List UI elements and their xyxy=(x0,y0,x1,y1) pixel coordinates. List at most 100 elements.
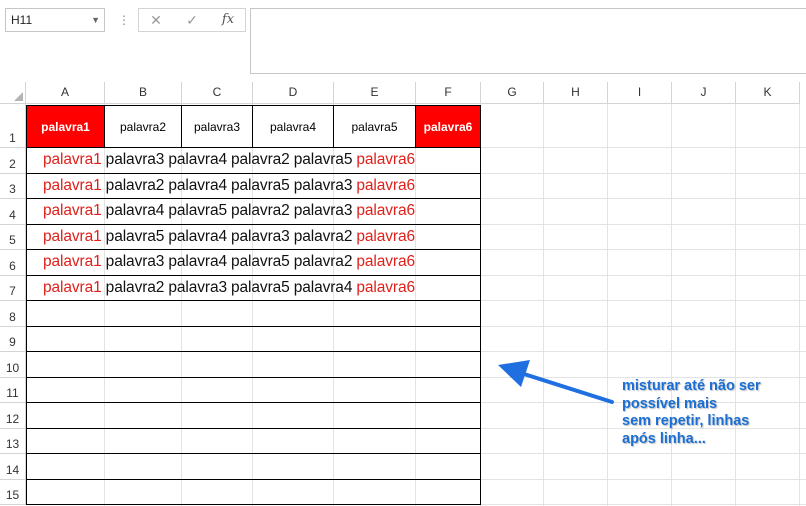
row-header-7[interactable]: 7 xyxy=(0,275,26,301)
word-cell: palavra5 xyxy=(105,227,165,245)
row-header-4[interactable]: 4 xyxy=(0,199,26,225)
empty-row[interactable] xyxy=(26,326,481,352)
annotation-line: sem repetir, linhas xyxy=(622,413,750,429)
word-cell: palavra5 xyxy=(231,176,290,194)
row-header-1[interactable]: 1 xyxy=(0,104,26,148)
column-header-c[interactable]: C xyxy=(182,82,253,104)
chevron-down-icon[interactable]: ▼ xyxy=(91,9,100,31)
word-cell: palavra4 xyxy=(293,278,353,296)
row-header-14[interactable]: 14 xyxy=(0,454,26,480)
gridline xyxy=(607,104,608,506)
word-cell: palavra6 xyxy=(356,202,416,220)
row-header-9[interactable]: 9 xyxy=(0,326,26,352)
word-cell: palavra5 xyxy=(231,278,290,296)
word-cell: palavra1 xyxy=(43,278,102,296)
annotation-line: após linha... xyxy=(622,430,706,447)
column-header-f[interactable]: F xyxy=(416,82,481,104)
word-cell: palavra4 xyxy=(168,176,228,194)
formula-buttons: ✕ ✓ fx xyxy=(138,8,246,32)
row-header-5[interactable]: 5 xyxy=(0,224,26,250)
empty-row[interactable] xyxy=(26,377,481,403)
word-cell: palavra3 xyxy=(231,227,290,245)
enter-icon[interactable]: ✓ xyxy=(179,9,205,31)
formula-input[interactable] xyxy=(250,8,806,74)
empty-row[interactable] xyxy=(26,479,481,505)
column-header-b[interactable]: B xyxy=(105,82,182,104)
row-header-15[interactable]: 15 xyxy=(0,479,26,505)
row-header-13[interactable]: 13 xyxy=(0,428,26,454)
table-row[interactable]: palavra1 palavra5 palavra4 palavra3 palavra2… xyxy=(26,224,481,250)
cancel-icon[interactable]: ✕ xyxy=(143,9,169,31)
word-cell: palavra2 xyxy=(231,151,290,169)
word-cell: palavra6 xyxy=(356,227,416,245)
row-header-8[interactable]: 8 xyxy=(0,301,26,327)
word-cell: palavra3 xyxy=(293,176,353,194)
column-header-a[interactable]: A xyxy=(26,82,105,104)
cell-f1[interactable]: palavra6 xyxy=(416,105,481,148)
column-header-i[interactable]: I xyxy=(608,82,672,104)
table-row[interactable]: palavra1 palavra4 palavra5 palavra2 palavra3… xyxy=(26,199,481,225)
table-row[interactable]: palavra1 palavra2 palavra3 palavra5 palavra4… xyxy=(26,275,481,301)
word-cell: palavra3 xyxy=(168,278,228,296)
row-text: palavra1 palavra4 palavra5 palavra2 palavra3… xyxy=(43,199,419,224)
word-cell: palavra4 xyxy=(105,202,165,220)
column-header-g[interactable]: G xyxy=(481,82,544,104)
empty-row[interactable] xyxy=(26,352,481,378)
cell-d1[interactable]: palavra4 xyxy=(253,105,334,148)
row-text: palavra1 palavra3 palavra4 palavra2 palavra5… xyxy=(43,148,419,173)
row-header-10[interactable]: 10 xyxy=(0,352,26,378)
column-header-d[interactable]: D xyxy=(253,82,334,104)
empty-row[interactable] xyxy=(26,301,481,327)
column-header-j[interactable]: J xyxy=(672,82,736,104)
more-vertical-icon: ⋮ xyxy=(118,13,130,27)
word-cell: palavra2 xyxy=(105,176,165,194)
select-all-button[interactable] xyxy=(0,82,26,104)
word-cell: palavra3 xyxy=(105,151,165,169)
column-header-k[interactable]: K xyxy=(736,82,800,104)
row-header-2[interactable]: 2 xyxy=(0,148,26,174)
word-cell: palavra1 xyxy=(43,253,102,271)
row-text: palavra1 palavra2 palavra4 palavra5 palavra3… xyxy=(43,174,419,199)
word-cell: palavra4 xyxy=(168,151,228,169)
row-header-11[interactable]: 11 xyxy=(0,377,26,403)
table-row[interactable]: palavra1 palavra3 palavra4 palavra5 palavra2… xyxy=(26,250,481,276)
row-header-6[interactable]: 6 xyxy=(0,250,26,276)
row-text: palavra1 palavra5 palavra4 palavra3 palavra2… xyxy=(43,225,419,250)
cell-c1[interactable]: palavra3 xyxy=(182,105,253,148)
empty-row[interactable] xyxy=(26,428,481,454)
word-cell: palavra4 xyxy=(168,253,228,271)
insert-function-button[interactable]: fx xyxy=(215,9,241,31)
column-header-e[interactable]: E xyxy=(334,82,416,104)
arrow-left-icon xyxy=(498,360,614,404)
word-cell: palavra5 xyxy=(231,253,290,271)
cell-a1[interactable]: palavra1 xyxy=(26,105,105,148)
annotation-line: misturar até não ser xyxy=(622,378,761,394)
select-all-triangle-icon xyxy=(14,92,23,101)
word-cell: palavra3 xyxy=(105,253,165,271)
table-row[interactable]: palavra1 palavra3 palavra4 palavra2 palavra5… xyxy=(26,148,481,174)
name-box[interactable]: H11 ▼ xyxy=(5,8,105,32)
word-cell: palavra6 xyxy=(356,278,416,296)
word-cell: palavra2 xyxy=(231,202,290,220)
word-cell: palavra6 xyxy=(356,253,416,271)
cell-b1[interactable]: palavra2 xyxy=(105,105,182,148)
word-cell: palavra2 xyxy=(293,227,353,245)
table-row[interactable]: palavra1 palavra2 palavra4 palavra5 palavra3… xyxy=(26,173,481,199)
empty-row[interactable] xyxy=(26,403,481,429)
word-cell: palavra5 xyxy=(293,151,353,169)
word-cell: palavra2 xyxy=(105,278,165,296)
annotation-note: misturar até não ser possível mais sem r… xyxy=(622,378,802,448)
column-header-h[interactable]: H xyxy=(544,82,608,104)
empty-row[interactable] xyxy=(26,454,481,480)
word-cell: palavra1 xyxy=(43,227,102,245)
cell-e1[interactable]: palavra5 xyxy=(334,105,416,148)
annotation-line: possível mais xyxy=(622,395,718,412)
word-cell: palavra5 xyxy=(168,202,228,220)
word-cell: palavra1 xyxy=(43,151,102,169)
row-header-3[interactable]: 3 xyxy=(0,173,26,199)
formula-bar-area: H11 ▼ ⋮ ✕ ✓ fx xyxy=(0,0,806,82)
row-header-12[interactable]: 12 xyxy=(0,403,26,429)
word-cell: palavra3 xyxy=(293,202,353,220)
row-text: palavra1 palavra3 palavra4 palavra5 palavra2… xyxy=(43,250,419,275)
row-text: palavra1 palavra2 palavra3 palavra5 palavra4… xyxy=(43,276,419,301)
